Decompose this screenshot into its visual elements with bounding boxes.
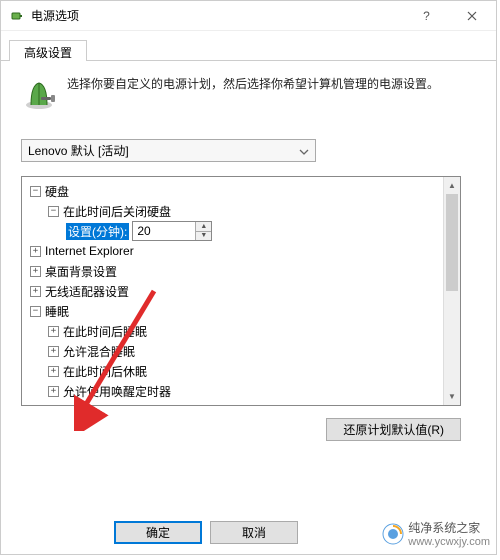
expand-icon[interactable]: +	[30, 286, 41, 297]
description-text: 选择你要自定义的电源计划，然后选择你希望计算机管理的电源设置。	[67, 75, 439, 111]
tree-item-hdd-off-after[interactable]: − 在此时间后关闭硬盘	[24, 201, 458, 221]
collapse-icon[interactable]: −	[30, 186, 41, 197]
window-title: 电源选项	[31, 7, 404, 24]
power-plan-dropdown[interactable]: Lenovo 默认 [活动]	[21, 139, 316, 162]
setting-minutes-label[interactable]: 设置(分钟):	[66, 223, 129, 240]
expand-icon[interactable]: +	[48, 346, 59, 357]
power-plan-icon	[21, 75, 57, 111]
collapse-icon[interactable]: −	[30, 306, 41, 317]
expand-icon[interactable]: +	[30, 266, 41, 277]
content-area: 选择你要自定义的电源计划，然后选择你希望计算机管理的电源设置。 Lenovo 默…	[1, 61, 496, 455]
vertical-scrollbar[interactable]: ▲ ▼	[443, 177, 460, 405]
tree-setting-row: 设置(分钟): 20 ▲ ▼	[24, 221, 458, 241]
scroll-up-button[interactable]: ▲	[444, 177, 460, 194]
settings-tree: − 硬盘 − 在此时间后关闭硬盘 设置(分钟): 20 ▲ ▼	[21, 176, 461, 406]
expand-icon[interactable]: +	[30, 246, 41, 257]
dialog-window: 电源选项 ? 高级设置 选择你要自定义的电源计划，然后选择你希望计算机管理的电源…	[0, 0, 497, 555]
scrollbar-thumb[interactable]	[446, 194, 458, 291]
scroll-down-button[interactable]: ▼	[444, 388, 460, 405]
watermark-url: www.ycwxjy.com	[408, 536, 490, 548]
tree-item-hdd[interactable]: − 硬盘	[24, 181, 458, 201]
titlebar: 电源选项 ?	[1, 1, 496, 31]
expand-icon[interactable]: +	[48, 366, 59, 377]
expand-icon[interactable]: +	[48, 386, 59, 397]
minutes-spinner[interactable]: 20 ▲ ▼	[132, 221, 212, 241]
power-battery-icon	[9, 8, 25, 24]
tab-advanced-settings[interactable]: 高级设置	[9, 40, 87, 61]
minutes-value[interactable]: 20	[133, 222, 195, 240]
spinner-up-button[interactable]: ▲	[196, 222, 211, 232]
help-button[interactable]: ?	[404, 2, 449, 30]
tree-item-wireless[interactable]: + 无线适配器设置	[24, 281, 458, 301]
scrollbar-track[interactable]	[444, 194, 460, 388]
dropdown-selected-value: Lenovo 默认 [活动]	[28, 142, 129, 159]
watermark-text: 纯净系统之家	[408, 519, 490, 536]
tree-item-usb[interactable]: + USB 设置	[24, 401, 458, 406]
tab-strip: 高级设置	[1, 35, 496, 61]
restore-defaults-button[interactable]: 还原计划默认值(R)	[326, 418, 461, 441]
ok-button[interactable]: 确定	[114, 521, 202, 544]
tree-item-ie[interactable]: + Internet Explorer	[24, 241, 458, 261]
watermark: 纯净系统之家 www.ycwxjy.com	[382, 519, 490, 548]
spinner-down-button[interactable]: ▼	[196, 232, 211, 241]
tree-item-hybrid-sleep[interactable]: + 允许混合睡眠	[24, 341, 458, 361]
cancel-button[interactable]: 取消	[210, 521, 298, 544]
close-button[interactable]	[449, 2, 494, 30]
expand-icon[interactable]: +	[30, 406, 41, 407]
tree-item-sleep[interactable]: − 睡眠	[24, 301, 458, 321]
tree-item-desktop-bg[interactable]: + 桌面背景设置	[24, 261, 458, 281]
watermark-icon	[382, 523, 404, 545]
tree-item-sleep-after[interactable]: + 在此时间后睡眠	[24, 321, 458, 341]
tree-item-wake-timers[interactable]: + 允许使用唤醒定时器	[24, 381, 458, 401]
tree-item-hibernate-after[interactable]: + 在此时间后休眠	[24, 361, 458, 381]
collapse-icon[interactable]: −	[48, 206, 59, 217]
expand-icon[interactable]: +	[48, 326, 59, 337]
chevron-down-icon	[299, 144, 309, 158]
